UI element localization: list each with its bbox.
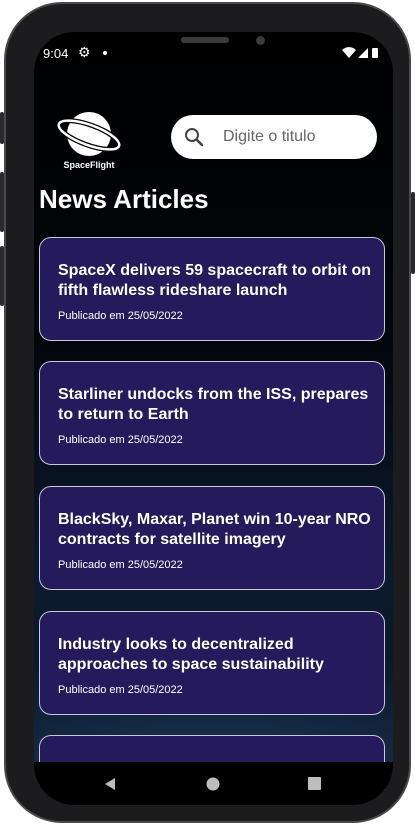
notch	[112, 32, 315, 56]
page-title: News Articles	[39, 184, 209, 214]
article-card[interactable]: SpaceX delivers 59 spacecraft to orbit o…	[39, 237, 385, 341]
side-button-top	[0, 112, 4, 144]
gear-icon: ⚙	[78, 44, 91, 60]
power-button	[411, 192, 415, 274]
logo-text: SpaceFlight	[63, 160, 115, 170]
recents-icon	[307, 777, 321, 790]
article-card[interactable]: BlackSky, Maxar, Planet win 10-year NRO …	[39, 486, 385, 590]
side-button-middle	[0, 172, 4, 232]
notification-dot-icon	[103, 51, 107, 55]
article-title: BlackSky, Maxar, Planet win 10-year NRO …	[58, 511, 371, 548]
article-card[interactable]: Industry looks to decentralized approach…	[39, 611, 385, 715]
signal-icon	[358, 48, 368, 58]
search-bar[interactable]	[171, 115, 377, 159]
side-button-bottom	[0, 246, 4, 306]
wifi-icon	[342, 47, 356, 58]
article-card[interactable]: Starliner undocks from the ISS, prepares…	[39, 361, 385, 465]
status-time: 9:04	[43, 46, 69, 61]
article-date: Publicado em 25/05/2022	[58, 559, 183, 571]
speaker	[181, 37, 229, 43]
navigation-bar	[34, 762, 393, 805]
phone-frame: 9:04 ⚙ SpaceFlight Digite o titulo News …	[0, 2, 415, 823]
article-date: Publicado em 25/05/2022	[58, 684, 183, 696]
home-icon	[206, 777, 220, 790]
search-input[interactable]	[223, 126, 363, 148]
article-title: Starliner undocks from the ISS, prepares…	[58, 386, 369, 423]
app-header: SpaceFlight	[34, 107, 393, 177]
article-date: Publicado em 25/05/2022	[58, 310, 183, 322]
home-button[interactable]	[188, 762, 238, 805]
spaceflight-logo: SpaceFlight	[54, 107, 124, 177]
search-icon	[185, 128, 204, 147]
article-title: Industry looks to decentralized approach…	[58, 636, 324, 673]
system-icons	[341, 46, 383, 64]
article-title: SpaceX delivers 59 spacecraft to orbit o…	[58, 262, 372, 299]
back-button[interactable]	[85, 762, 135, 805]
app-screen: 9:04 ⚙ SpaceFlight Digite o titulo News …	[34, 32, 393, 805]
front-camera	[256, 36, 265, 45]
article-date: Publicado em 25/05/2022	[58, 434, 183, 446]
battery-icon	[372, 48, 378, 58]
recents-button[interactable]	[289, 762, 339, 805]
planet-icon	[56, 112, 122, 156]
back-icon	[105, 777, 115, 790]
